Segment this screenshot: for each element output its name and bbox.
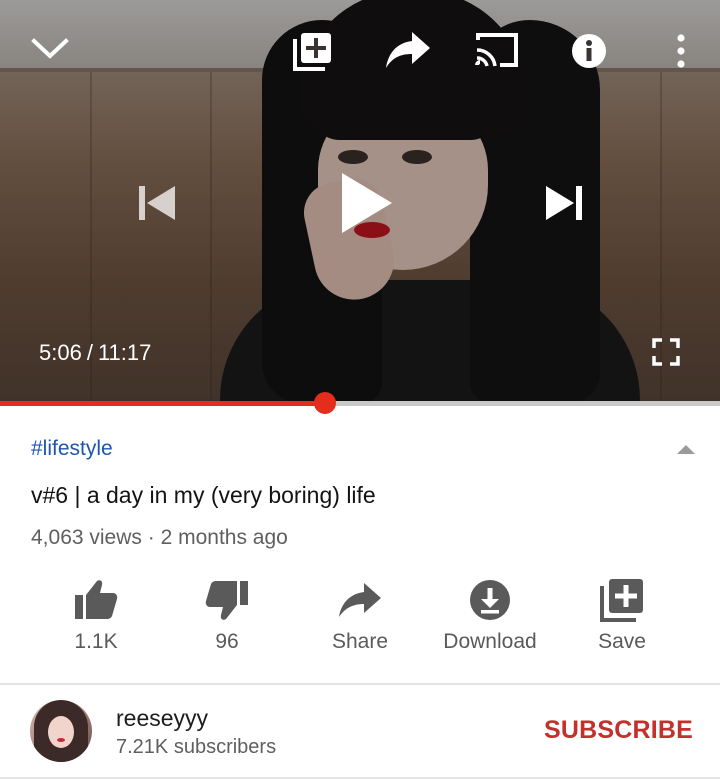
channel-avatar[interactable] bbox=[30, 700, 92, 762]
thumbs-down-icon bbox=[205, 581, 248, 620]
share-label: Share bbox=[331, 630, 389, 653]
video-meta: 4,063 views · 2 months ago bbox=[31, 526, 288, 550]
meta-separator: · bbox=[147, 526, 155, 549]
video-title: v#6 | a day in my (very boring) life bbox=[31, 482, 376, 508]
skip-next-icon[interactable] bbox=[544, 184, 584, 222]
video-player[interactable]: 5:06/11:17 bbox=[0, 0, 720, 403]
subscribe-button[interactable]: SUBSCRIBE bbox=[544, 716, 693, 745]
dislike-button[interactable]: 96 bbox=[162, 575, 292, 655]
current-time: 5:06 bbox=[39, 340, 82, 365]
save-icon bbox=[600, 579, 643, 622]
skip-previous-icon[interactable] bbox=[137, 184, 177, 222]
collapse-description-icon[interactable] bbox=[677, 445, 695, 454]
share-icon bbox=[339, 583, 381, 617]
chevron-down-icon[interactable] bbox=[30, 34, 70, 62]
share-button[interactable]: Share bbox=[295, 575, 425, 655]
save-label: Save bbox=[598, 630, 646, 653]
share-icon[interactable] bbox=[384, 30, 432, 70]
info-icon[interactable] bbox=[571, 33, 607, 69]
progress-scrubber[interactable] bbox=[314, 392, 337, 414]
fullscreen-icon[interactable] bbox=[652, 338, 680, 366]
dislike-count: 96 bbox=[215, 630, 239, 653]
duration: 11:17 bbox=[97, 340, 152, 365]
hashtag-link[interactable]: #lifestyle bbox=[31, 437, 113, 461]
like-count: 1.1K bbox=[74, 630, 118, 653]
avatar-lips bbox=[57, 738, 65, 742]
download-button[interactable]: Download bbox=[425, 575, 555, 655]
play-icon[interactable] bbox=[340, 171, 394, 235]
action-bar: 1.1K 96 Share Download Save bbox=[0, 575, 720, 655]
add-to-playlist-icon[interactable] bbox=[292, 30, 334, 72]
save-button[interactable]: Save bbox=[557, 575, 687, 655]
avatar-face bbox=[48, 716, 74, 748]
view-count: 4,063 views bbox=[31, 526, 142, 549]
playback-time: 5:06/11:17 bbox=[39, 340, 151, 366]
time-separator: / bbox=[86, 340, 93, 365]
upload-age: 2 months ago bbox=[160, 526, 288, 549]
divider bbox=[0, 683, 720, 685]
subscriber-count: 7.21K subscribers bbox=[116, 736, 277, 758]
thumbs-up-icon bbox=[75, 580, 118, 619]
progress-bar-played bbox=[0, 401, 326, 406]
like-button[interactable]: 1.1K bbox=[31, 575, 161, 655]
channel-name[interactable]: reeseyyy bbox=[116, 705, 208, 732]
more-vert-icon[interactable] bbox=[674, 33, 688, 69]
cast-icon[interactable] bbox=[474, 30, 520, 68]
download-icon bbox=[470, 580, 510, 620]
download-label: Download bbox=[443, 630, 537, 653]
